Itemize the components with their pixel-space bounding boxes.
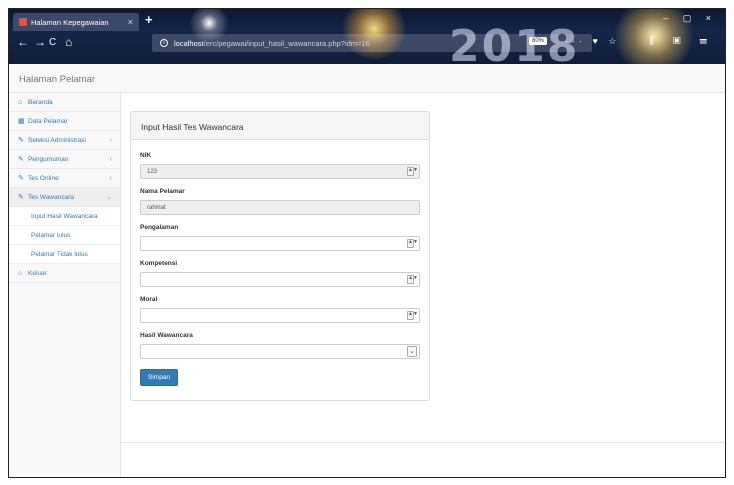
tab-title: Halaman Kepegawaian [31, 17, 109, 27]
moral-label: Moral [140, 296, 158, 303]
browser-chrome: 2018 Halaman Kepegawaian × + – ▢ × ← → C… [9, 9, 725, 64]
nama-pelamar-label: Nama Pelamar [140, 188, 185, 195]
sidebar-item-beranda[interactable]: ⌂ Beranda [9, 93, 120, 112]
spinner-icon[interactable]: ▲▼ [407, 167, 418, 176]
sidebar-item-label: Keluar [28, 269, 47, 277]
favicon-icon [19, 18, 27, 26]
window-controls[interactable]: – ▢ × [663, 13, 717, 24]
spinner-icon[interactable]: ▲▼ [407, 275, 418, 284]
nama-pelamar-field[interactable]: rahmat [140, 200, 420, 215]
kompetensi-field[interactable]: ▲▼ [140, 272, 420, 287]
form-panel: Input Hasil Tes Wawancara NIK 123 ▲▼ Nam… [130, 111, 430, 401]
sidebar-item-keluar[interactable]: ⌂ Keluar [9, 264, 120, 283]
nik-label: NIK [140, 152, 152, 159]
chevron-left-icon: ‹ [109, 155, 112, 163]
url-bar[interactable]: i localhost/erc/pegawai/input_hasil_wawa… [152, 34, 592, 52]
spinner-icon[interactable]: ▲▼ [407, 311, 418, 320]
kompetensi-label: Kompetensi [140, 260, 178, 267]
chevron-left-icon: ‹ [109, 136, 112, 144]
sidebar-item-label: Tes Online [28, 174, 59, 182]
app-title[interactable]: Halaman Pelamar [19, 74, 95, 85]
simpan-button[interactable]: Simpan [140, 369, 179, 386]
pengalaman-label: Pengalaman [140, 224, 179, 231]
sidebar-item-label: Seleksi Administrasi [28, 136, 86, 144]
web-page: Halaman Pelamar ⌂ Beranda ▦ Data Pelamar… [9, 64, 725, 477]
browser-tab[interactable]: Halaman Kepegawaian × [13, 13, 139, 31]
logout-icon: ⌂ [18, 269, 23, 277]
wrench-icon: ✎ [18, 175, 24, 182]
chevron-left-icon: ‹ [109, 174, 112, 182]
new-tab-button[interactable]: + [145, 12, 153, 27]
sidebar-subitem-input-hasil[interactable]: Input Hasil Wawancara [9, 207, 120, 226]
nav-bar: ← → C ⌂ i localhost/erc/pegawai/input_ha… [9, 33, 725, 55]
wrench-icon: ✎ [18, 156, 24, 163]
moral-field[interactable]: ▲▼ [140, 308, 420, 323]
hasil-wawancara-select[interactable]: ⌄ [140, 344, 420, 359]
table-icon: ▦ [18, 118, 25, 125]
toolbar-icons[interactable]: ⫼ ▣ ☰ [649, 36, 715, 47]
pengalaman-field[interactable]: ▲▼ [140, 236, 420, 251]
url-path: /erc/pegawai/input_hasil_wawancara.php?i… [203, 38, 370, 48]
sidebar-item-data-pelamar[interactable]: ▦ Data Pelamar [9, 112, 120, 131]
sidebar-subitem-pelamar-tidak-lulus[interactable]: Pelamar Tidak lulus [9, 245, 120, 264]
sidebar-item-seleksi-administrasi[interactable]: ✎ Seleksi Administrasi ‹ [9, 131, 120, 150]
spinner-icon[interactable]: ▲▼ [407, 239, 418, 248]
sidebar-item-pengumuman[interactable]: ✎ Pengumuman ‹ [9, 150, 120, 169]
sidebar-subitem-pelamar-lulus[interactable]: Pelamar lulus [9, 226, 120, 245]
close-tab-icon[interactable]: × [128, 17, 133, 27]
chevron-down-icon[interactable]: ⌄ [407, 346, 417, 357]
home-icon: ⌂ [18, 98, 23, 106]
back-icon[interactable]: ← [17, 35, 29, 49]
nik-value: 123 [147, 168, 158, 175]
url-host: localhost [174, 38, 204, 48]
main-content: Input Hasil Tes Wawancara NIK 123 ▲▼ Nam… [121, 93, 725, 443]
reload-icon[interactable]: C [49, 37, 56, 48]
sidebar-item-label: Data Pelamar [28, 117, 68, 125]
nik-field[interactable]: 123 ▲▼ [140, 164, 420, 179]
wrench-icon: ✎ [18, 137, 24, 144]
home-icon[interactable]: ⌂ [65, 35, 72, 49]
sidebar-item-label: Pengumuman [28, 155, 69, 163]
wrench-icon: ✎ [18, 194, 24, 201]
chevron-down-icon: ⌄ [106, 194, 112, 201]
page-actions-icons[interactable]: ··· ♥ ☆ [565, 36, 620, 47]
info-icon[interactable]: i [160, 39, 168, 47]
form-body: NIK 123 ▲▼ Nama Pelamar rahmat Pengalama… [131, 140, 429, 386]
zoom-level[interactable]: 80% [529, 37, 548, 45]
screen-frame: 2018 Halaman Kepegawaian × + – ▢ × ← → C… [8, 8, 726, 478]
sidebar-item-label: Tes Wawancara [28, 193, 74, 201]
sidebar-item-tes-online[interactable]: ✎ Tes Online ‹ [9, 169, 120, 188]
sidebar-item-label: Beranda [28, 98, 53, 106]
app-header: Halaman Pelamar [9, 64, 725, 93]
sidebar-item-tes-wawancara[interactable]: ✎ Tes Wawancara ⌄ [9, 188, 120, 207]
panel-title: Input Hasil Tes Wawancara [131, 112, 429, 140]
forward-icon[interactable]: → [34, 35, 46, 49]
hasil-wawancara-label: Hasil Wawancara [140, 332, 193, 339]
sidebar: ⌂ Beranda ▦ Data Pelamar ✎ Seleksi Admin… [9, 93, 121, 477]
nama-pelamar-value: rahmat [147, 204, 166, 211]
